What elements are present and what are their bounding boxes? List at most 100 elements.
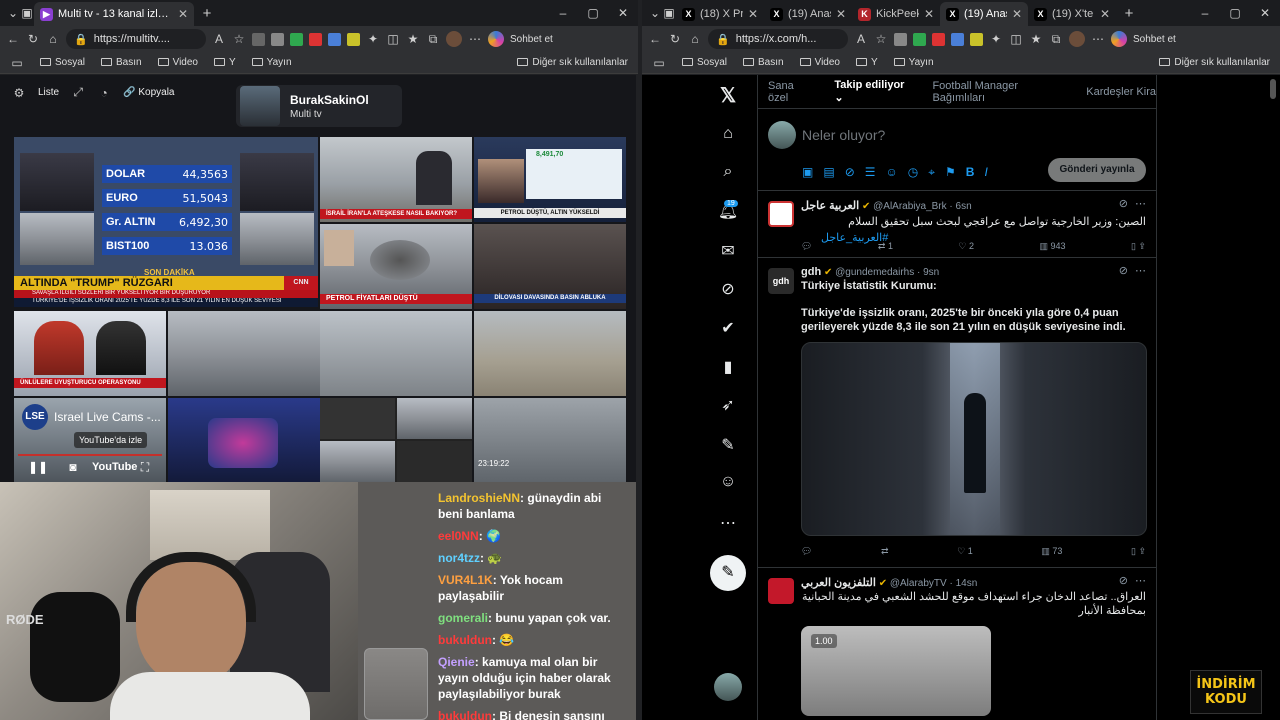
post-more-icon[interactable]: ⋯ bbox=[1135, 197, 1146, 210]
chat-button[interactable]: Sohbet et bbox=[1133, 34, 1176, 45]
minimize-icon[interactable]: – bbox=[1198, 6, 1212, 20]
video-cell-bina[interactable]: DİLOVASI DAVASINDA BASIN ABLUKA bbox=[474, 224, 626, 309]
puzzle-icon[interactable]: ✦ bbox=[366, 32, 380, 46]
extension-icon[interactable] bbox=[328, 32, 341, 46]
puzzle-icon[interactable]: ✦ bbox=[989, 32, 1003, 46]
extension-icon[interactable] bbox=[913, 32, 926, 46]
video-cell-israil[interactable]: İSRAİL İRAN'LA ATEŞKESE NASIL BAKIYOR? bbox=[320, 137, 472, 222]
profile-person-icon[interactable]: ☺ bbox=[717, 473, 739, 491]
like-button[interactable]: ♡ 1 bbox=[957, 546, 973, 557]
views-button[interactable]: ▥ 943 bbox=[1039, 241, 1065, 252]
like-button[interactable]: ♡ 2 bbox=[958, 241, 974, 252]
video-cell-operasyon[interactable]: ÜNLÜLERE UYUŞTURUCU OPERASYONU bbox=[14, 311, 166, 396]
bookmark-video[interactable]: Video bbox=[157, 57, 198, 68]
list-button[interactable]: Liste bbox=[38, 87, 59, 98]
maximize-icon[interactable]: ▢ bbox=[1228, 6, 1242, 20]
close-window-icon[interactable]: ✕ bbox=[1258, 6, 1272, 20]
extension-icon[interactable] bbox=[932, 32, 945, 46]
pause-icon[interactable]: ❚❚ bbox=[28, 460, 48, 474]
bookmark-basin[interactable]: Basın bbox=[743, 57, 784, 68]
favorites-icon[interactable]: ★ bbox=[1029, 32, 1043, 46]
close-tab-icon[interactable]: ✕ bbox=[836, 7, 846, 21]
views-button[interactable]: ▥ 73 bbox=[1041, 546, 1062, 557]
reply-icon[interactable]: 💬︎ bbox=[801, 241, 812, 252]
tab-football-manager[interactable]: Football Manager Bağımlıları bbox=[932, 80, 1066, 104]
articles-icon[interactable]: ✎ bbox=[717, 435, 739, 455]
grok-post-icon[interactable]: ⊘ bbox=[1119, 574, 1128, 587]
video-cell-concert[interactable] bbox=[168, 398, 320, 482]
collections-icon[interactable]: ⧉ bbox=[426, 32, 440, 47]
back-icon[interactable]: ← bbox=[648, 32, 662, 46]
youtube-logo[interactable]: YouTube bbox=[92, 461, 137, 473]
grok-post-icon[interactable]: ⊘ bbox=[1119, 264, 1128, 277]
copilot-icon[interactable] bbox=[488, 31, 504, 47]
favorites-icon[interactable]: ★ bbox=[406, 32, 420, 46]
video-cell-petrol[interactable]: PETROL FİYATLARI DÜŞTÜ bbox=[320, 224, 472, 309]
profile-avatar[interactable] bbox=[1069, 31, 1085, 47]
post-video[interactable]: 1.00 bbox=[801, 626, 991, 716]
extension-icon[interactable] bbox=[252, 32, 265, 46]
menu-dots-icon[interactable]: ⋯ bbox=[468, 32, 482, 46]
bookmark-yayin[interactable]: Yayın bbox=[893, 57, 934, 68]
extension-icon[interactable] bbox=[347, 32, 360, 46]
chat-username[interactable]: bukuldun bbox=[438, 709, 492, 720]
video-cell-cam1[interactable] bbox=[168, 311, 320, 396]
schedule-icon[interactable]: ◷ bbox=[908, 165, 918, 180]
profile-avatar[interactable] bbox=[446, 31, 462, 47]
bookmark-basin[interactable]: Basın bbox=[101, 57, 142, 68]
favorite-star-icon[interactable]: ☆ bbox=[232, 32, 246, 46]
more-circle-icon[interactable]: ⋯ bbox=[717, 513, 739, 533]
poll-icon[interactable]: ☰ bbox=[865, 165, 876, 180]
messages-envelope-icon[interactable]: ✉ bbox=[717, 241, 739, 261]
video-cell-petrol-altin[interactable]: 8,491,70 PETROL DÜŞTÜ, ALTIN YÜKSELDİ bbox=[474, 137, 626, 222]
bookmark-sosyal[interactable]: Sosyal bbox=[682, 57, 727, 68]
workspaces-icon[interactable]: ▣ bbox=[20, 6, 34, 20]
video-cell-cityscape[interactable] bbox=[474, 311, 626, 396]
other-favorites[interactable]: Diğer sık kullanılanlar bbox=[517, 57, 628, 68]
chat-username[interactable]: Qienie bbox=[438, 655, 475, 669]
bookmark-y[interactable]: Y bbox=[856, 57, 878, 68]
extension-icon[interactable] bbox=[951, 32, 964, 46]
new-tab-icon[interactable]: + bbox=[200, 5, 214, 22]
menu-dots-icon[interactable]: ⋯ bbox=[1091, 32, 1105, 46]
italic-icon[interactable]: I bbox=[984, 165, 987, 180]
post-alarabiya[interactable]: العربية عاجل ✔ @AlArabiya_Brk · 6sn ⊘ ⋯ … bbox=[758, 191, 1156, 258]
tab-multitv[interactable]: ▶ Multi tv - 13 kanal izleniyor ✕ bbox=[34, 2, 194, 26]
other-favorites[interactable]: Diğer sık kullanılanlar bbox=[1159, 57, 1270, 68]
account-avatar[interactable] bbox=[714, 673, 742, 701]
scrollbar[interactable] bbox=[1270, 79, 1276, 99]
bookmark-sosyal[interactable]: Sosyal bbox=[40, 57, 85, 68]
sidebar-toggle-icon[interactable]: ▭ bbox=[10, 56, 24, 70]
x-logo-icon[interactable]: 𝕏 bbox=[717, 83, 739, 108]
bookmark-video[interactable]: Video bbox=[799, 57, 840, 68]
tab-anasayfa-1[interactable]: X (19) Anasayfa ✕ bbox=[764, 2, 852, 26]
compose-post-button[interactable]: ✎ bbox=[710, 555, 746, 591]
emoji-icon[interactable]: ☺ bbox=[886, 165, 898, 180]
location-icon[interactable]: ⌖ bbox=[928, 165, 935, 180]
extension-icon[interactable] bbox=[290, 32, 303, 46]
post-more-icon[interactable]: ⋯ bbox=[1135, 264, 1146, 277]
timer-icon[interactable]: ◔ bbox=[97, 86, 111, 100]
video-cell-overcast[interactable]: 23:19:22 bbox=[474, 398, 626, 482]
grok-icon[interactable]: ⊘ bbox=[845, 165, 855, 180]
tab-laura[interactable]: X (19) X'te Laura ✕ bbox=[1028, 2, 1116, 26]
back-icon[interactable]: ← bbox=[6, 32, 20, 46]
read-aloud-icon[interactable]: A bbox=[212, 32, 226, 46]
compose-input[interactable]: Neler oluyor? bbox=[802, 127, 885, 143]
extension-icon[interactable] bbox=[970, 32, 983, 46]
chat-username[interactable]: bukuldun bbox=[438, 633, 492, 647]
settings-gear-icon[interactable]: ⚙ bbox=[12, 86, 26, 100]
post-alaraby-tv[interactable]: التلفزيون العربي ✔ @AlarabyTV · 14sn ⊘ ⋯… bbox=[758, 568, 1156, 716]
sidebar-toggle-icon[interactable]: ▭ bbox=[652, 56, 666, 70]
camera-icon[interactable]: ◙ bbox=[66, 460, 80, 474]
favorite-star-icon[interactable]: ☆ bbox=[874, 32, 888, 46]
tab-kickpeek[interactable]: K KickPeek - Ki ✕ bbox=[852, 2, 940, 26]
tab-x-pro[interactable]: X (18) X Pro ✕ bbox=[676, 2, 764, 26]
chat-username[interactable]: gomerali bbox=[438, 611, 488, 625]
close-tab-icon[interactable]: ✕ bbox=[1100, 7, 1110, 21]
post-button[interactable]: Gönderi yayınla bbox=[1048, 158, 1146, 182]
tab-list-chevron-icon[interactable]: ⌄ bbox=[6, 6, 20, 20]
flag-icon[interactable]: ⚑ bbox=[945, 165, 956, 180]
bookmark-icon[interactable]: ▯ ⇪ bbox=[1131, 241, 1146, 252]
fullscreen-icon[interactable]: ⤢ bbox=[71, 85, 85, 100]
